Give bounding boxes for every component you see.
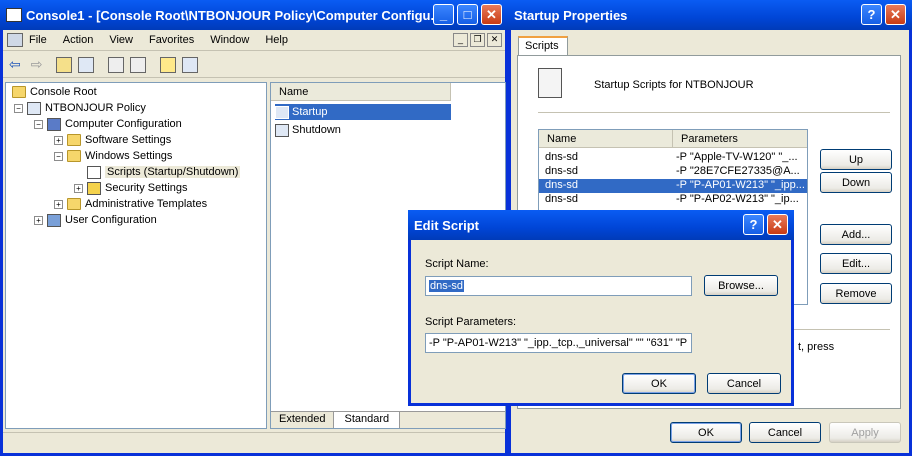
startup-title: Startup Properties (514, 7, 628, 23)
close-button[interactable]: ✕ (767, 214, 788, 235)
tab-extended[interactable]: Extended (271, 412, 335, 428)
show-action-pane-icon[interactable] (182, 56, 199, 73)
tree-item-security-settings[interactable]: + Security Settings (74, 180, 188, 196)
close-button[interactable]: ✕ (885, 4, 906, 25)
tree-item-scripts[interactable]: Scripts (Startup/Shutdown) (87, 164, 241, 180)
export-list-icon[interactable] (130, 56, 147, 73)
help-icon[interactable] (160, 56, 177, 73)
tree-item-windows-settings[interactable]: − Windows Settings (54, 148, 172, 164)
toolbar: ⇦ ⇨ (3, 52, 505, 78)
tree-item-user-configuration[interactable]: + User Configuration (34, 212, 157, 228)
script-parameters-field[interactable]: -P "P-AP01-W213" "_ipp._tcp.,_universal"… (425, 333, 692, 353)
up-one-level-icon[interactable] (56, 56, 73, 73)
edit-button[interactable]: Edit... (820, 253, 892, 274)
scripts-icon (538, 68, 562, 98)
menu-file[interactable]: File (29, 34, 47, 46)
startup-heading: Startup Scripts for NTBONJOUR (594, 79, 754, 91)
help-button[interactable]: ? (743, 214, 764, 235)
script-parameters-label: Script Parameters: (425, 316, 517, 328)
cancel-button[interactable]: Cancel (749, 422, 821, 443)
menu-action[interactable]: Action (63, 34, 94, 46)
tree-item-console-root[interactable]: Console Root (12, 84, 97, 100)
script-icon (275, 123, 289, 137)
remove-button[interactable]: Remove (820, 283, 892, 304)
menu-help[interactable]: Help (265, 34, 288, 46)
column-name[interactable]: Name (539, 130, 673, 147)
console-title: Console1 - [Console Root\NTBONJOUR Polic… (26, 7, 442, 23)
child-restore-button[interactable]: ❐ (470, 33, 485, 47)
startup-titlebar[interactable]: Startup Properties ? ✕ (508, 0, 912, 30)
edit-script-title: Edit Script (414, 217, 480, 233)
down-button[interactable]: Down (820, 172, 892, 193)
status-bar (3, 432, 505, 452)
folder-icon (67, 134, 81, 146)
properties-icon[interactable] (108, 56, 125, 73)
up-button[interactable]: Up (820, 149, 892, 170)
script-icon (275, 105, 289, 119)
show-hide-tree-icon[interactable] (78, 56, 95, 73)
script-row[interactable]: dns-sd -P "28E7CFE27335@A... (539, 165, 807, 179)
console-titlebar[interactable]: Console1 - [Console Root\NTBONJOUR Polic… (0, 0, 508, 30)
menu-bar: File Action View Favorites Window Help _… (3, 30, 505, 51)
mmc-icon (7, 33, 23, 47)
menu-window[interactable]: Window (210, 34, 249, 46)
expand-icon[interactable]: + (34, 215, 43, 225)
console-app-icon (6, 8, 22, 22)
tab-standard[interactable]: Standard (334, 412, 401, 428)
expand-icon[interactable]: + (54, 199, 63, 209)
apply-button[interactable]: Apply (829, 422, 901, 443)
child-close-button[interactable]: ✕ (487, 33, 502, 47)
edit-script-dialog: Edit Script ? ✕ Script Name: dns-sd Brow… (408, 210, 794, 406)
script-name-label: Script Name: (425, 258, 489, 270)
script-row[interactable]: dns-sd -P "Apple-TV-W120" "_... (539, 151, 807, 165)
forward-icon[interactable]: ⇨ (31, 56, 43, 73)
view-tabs: Extended Standard (271, 411, 505, 428)
tree-item-administrative-templates[interactable]: + Administrative Templates (54, 196, 207, 212)
script-name-field[interactable]: dns-sd (425, 276, 692, 296)
maximize-button[interactable]: □ (457, 4, 478, 25)
script-row[interactable]: dns-sd -P "P-AP02-W213" "_ip... (539, 193, 807, 207)
collapse-icon[interactable]: − (34, 119, 43, 129)
tree-item-computer-configuration[interactable]: − Computer Configuration (34, 116, 182, 132)
list-header: Name Parameters (539, 130, 807, 148)
browse-button[interactable]: Browse... (704, 275, 778, 296)
script-icon (87, 165, 101, 179)
list-header[interactable]: Name (271, 83, 451, 101)
column-parameters[interactable]: Parameters (673, 130, 746, 147)
edit-script-titlebar[interactable]: Edit Script ? ✕ (408, 210, 794, 240)
folder-icon (67, 150, 81, 162)
user-icon (47, 213, 61, 227)
minimize-button[interactable]: _ (433, 4, 454, 25)
hint-text: t, press (798, 341, 835, 353)
cancel-button[interactable]: Cancel (707, 373, 781, 394)
help-button[interactable]: ? (861, 4, 882, 25)
script-row-selected[interactable]: dns-sd -P "P-AP01-W213" "_ipp... (539, 179, 807, 193)
collapse-icon[interactable]: − (14, 103, 23, 113)
computer-icon (47, 117, 61, 131)
folder-icon (67, 198, 81, 210)
tree-item-software-settings[interactable]: + Software Settings (54, 132, 171, 148)
tab-scripts[interactable]: Scripts (518, 36, 568, 56)
menu-favorites[interactable]: Favorites (149, 34, 194, 46)
separator (538, 112, 890, 113)
back-icon[interactable]: ⇦ (9, 56, 21, 73)
policy-icon (27, 101, 41, 115)
ok-button[interactable]: OK (622, 373, 696, 394)
close-button[interactable]: ✕ (481, 4, 502, 25)
folder-icon (12, 86, 26, 98)
menu-view[interactable]: View (109, 34, 133, 46)
list-item-shutdown[interactable]: Shutdown (275, 122, 451, 138)
add-button[interactable]: Add... (820, 224, 892, 245)
security-icon (87, 181, 101, 195)
child-minimize-button[interactable]: _ (453, 33, 468, 47)
list-item-startup[interactable]: Startup (275, 104, 451, 120)
tree-item-ntbonjour-policy[interactable]: − NTBONJOUR Policy (14, 100, 146, 116)
expand-icon[interactable]: + (74, 183, 83, 193)
collapse-icon[interactable]: − (54, 151, 63, 161)
tree-pane[interactable]: Console Root − NTBONJOUR Policy − Comput… (5, 82, 267, 429)
expand-icon[interactable]: + (54, 135, 63, 145)
ok-button[interactable]: OK (670, 422, 742, 443)
